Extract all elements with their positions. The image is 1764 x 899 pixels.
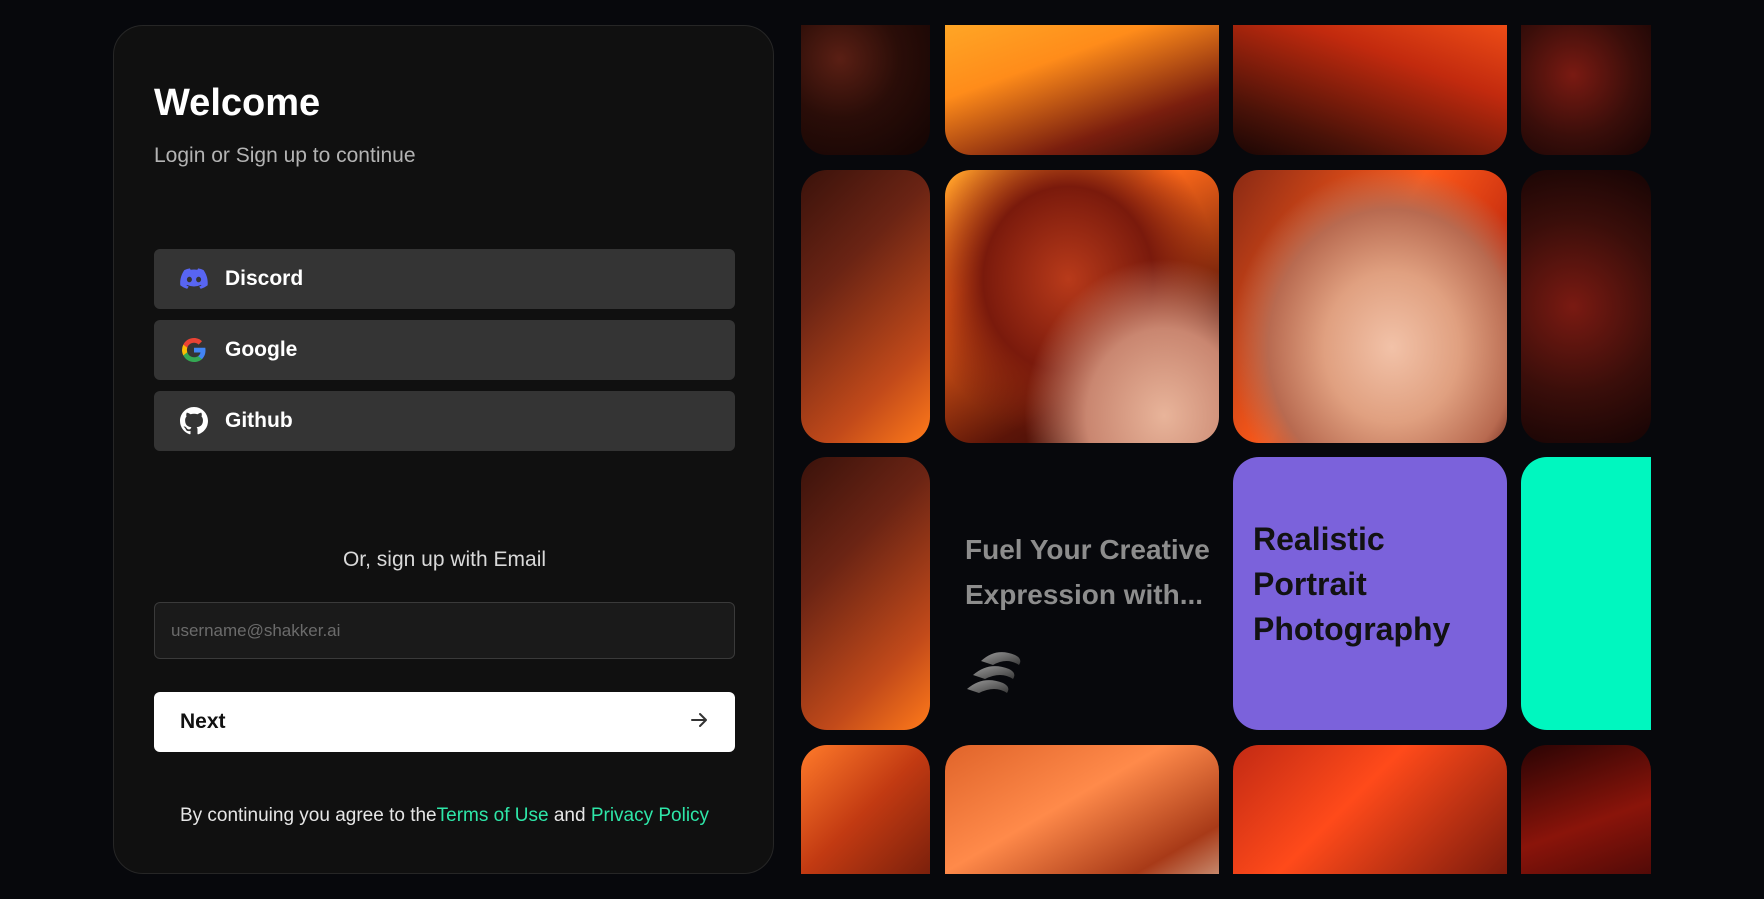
- promo-tile: Fuel Your Creative Expression with...: [945, 457, 1219, 730]
- github-icon: [179, 406, 209, 436]
- feature-card-title: Realistic Portrait Photography: [1253, 517, 1450, 652]
- gallery-image: [801, 457, 930, 730]
- feature-line-2: Portrait: [1253, 566, 1367, 602]
- discord-label: Discord: [225, 267, 304, 290]
- privacy-policy-link[interactable]: Privacy Policy: [591, 805, 709, 826]
- next-button[interactable]: Next: [154, 692, 735, 752]
- terms-conjunction: and: [548, 805, 591, 826]
- github-label: Github: [225, 409, 293, 432]
- discord-icon: [179, 264, 209, 294]
- page-subtitle: Login or Sign up to continue: [154, 144, 416, 167]
- google-icon: [179, 335, 209, 365]
- portrait-image: [1233, 170, 1507, 443]
- feature-line-1: Realistic: [1253, 521, 1385, 557]
- page-title: Welcome: [154, 82, 321, 124]
- feature-line-3: Photography: [1253, 611, 1451, 647]
- gallery-image: [945, 25, 1219, 155]
- next-label: Next: [180, 710, 226, 733]
- terms-notice: By continuing you agree to theTerms of U…: [154, 805, 735, 827]
- gallery-image: [1521, 25, 1651, 155]
- email-field[interactable]: [154, 602, 735, 659]
- feature-card[interactable]: Realistic Portrait Photography: [1233, 457, 1507, 730]
- terms-prefix: By continuing you agree to the: [179, 805, 437, 826]
- discord-login-button[interactable]: Discord: [154, 249, 735, 309]
- accent-card[interactable]: [1521, 457, 1651, 730]
- login-panel: Welcome Login or Sign up to continue Dis…: [113, 25, 774, 874]
- terms-of-use-link[interactable]: Terms of Use: [437, 805, 549, 826]
- shakker-logo-icon: [963, 647, 1029, 704]
- gallery-image: [945, 745, 1219, 874]
- gallery-image: [801, 745, 930, 874]
- email-divider-text: Or, sign up with Email: [342, 548, 547, 571]
- gallery-image: [1521, 170, 1651, 443]
- image-gallery: Fuel Your Creative Expression with... Re…: [801, 25, 1651, 874]
- gallery-image: [801, 25, 930, 155]
- google-label: Google: [225, 338, 298, 361]
- google-login-button[interactable]: Google: [154, 320, 735, 380]
- gallery-image: [1233, 25, 1507, 155]
- gallery-image: [1233, 745, 1507, 874]
- portrait-image: [945, 170, 1219, 443]
- gallery-image: [801, 170, 930, 443]
- promo-text: Fuel Your Creative Expression with...: [965, 534, 1210, 610]
- gallery-image: [1521, 745, 1651, 874]
- arrow-right-icon: [691, 712, 709, 733]
- github-login-button[interactable]: Github: [154, 391, 735, 451]
